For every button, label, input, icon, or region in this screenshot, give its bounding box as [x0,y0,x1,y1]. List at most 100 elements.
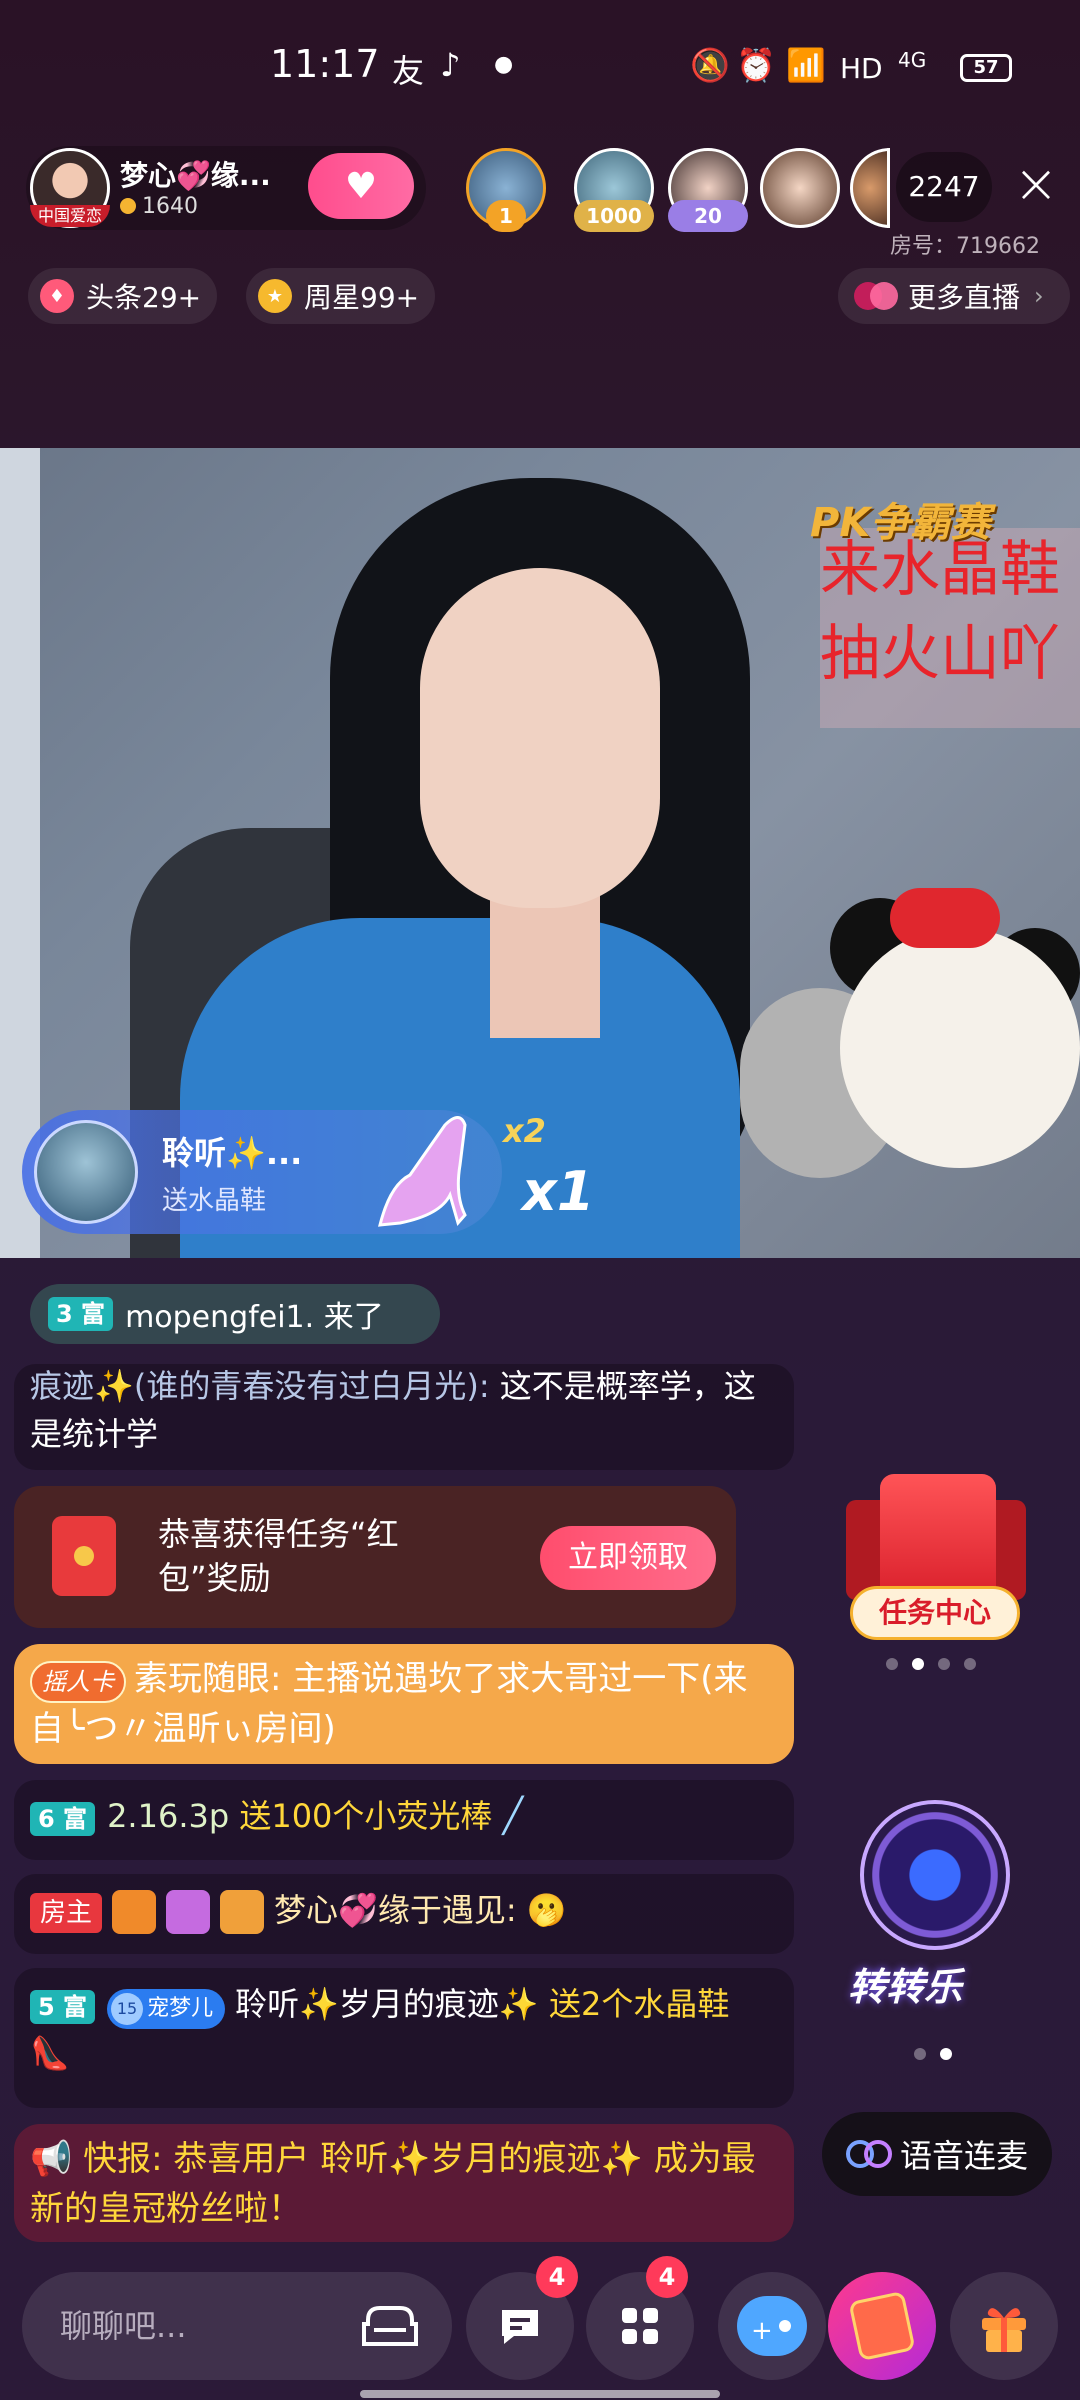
apps-badge: 4 [646,2256,688,2298]
spin-wheel-icon[interactable] [860,1800,1010,1950]
coin-icon [120,198,136,214]
stream-sign: 来水晶鞋 抽火山吖 [820,528,1080,728]
megaphone-icon: 📢 [30,2139,73,2179]
task-center-label[interactable]: 任务中心 [850,1586,1020,1640]
host-name: 梦心💞缘... [120,159,271,192]
chat-nick[interactable]: 梦心💞缘于遇见: [274,1891,517,1929]
summon-card-message: 摇人卡 素玩随眼: 主播说遇坎了求大哥过一下(来自╰つ〃温昕ぃ房间) [14,1644,794,1764]
game-controller-icon: + [737,2296,807,2356]
fan-club-badge: 宠梦儿 [107,1989,226,2029]
flame-icon: ♦ [40,279,74,313]
gift-text: 送2个水晶鞋 [548,1985,730,2023]
summon-card-tag: 摇人卡 [30,1661,126,1703]
carousel-dots [914,2048,952,2060]
host-likes-count: 1640 [142,194,198,219]
red-packet-icon [848,2290,916,2362]
follow-button[interactable]: ♥ [308,153,414,219]
clock: 11:17 [270,42,380,86]
chat-message: 5 富宠梦儿聆听✨岁月的痕迹✨ 送2个水晶鞋 👠 [14,1968,794,2108]
flash-news: 📢 快报: 恭喜用户 聆听✨岁月的痕迹✨ 成为最新的皇冠粉丝啦！ [14,2124,794,2242]
home-indicator[interactable] [360,2390,720,2398]
viewer-count[interactable]: 2247 [896,152,992,222]
entry-notice: 3 富 mopengfei1. 来了 [30,1284,440,1344]
message-icon [502,2310,538,2344]
heart-plus-icon: ♥ [344,165,378,207]
more-live-button[interactable]: 更多直播 › [838,268,1070,324]
flash-text: 快报: 恭喜用户 聆听✨岁月的痕迹✨ 成为最新的皇冠粉丝啦！ [30,2139,756,2229]
voice-connect-button[interactable]: 语音连麦 [822,2112,1052,2196]
viewer-rank-badge: 1 [486,200,526,232]
chat-message: 房主 梦心💞缘于遇见: 🫢 [14,1874,794,1954]
chat-message: 6 富 2.16.3p 送100个小荧光棒 ╱ [14,1780,794,1860]
gift-icon [982,2308,1026,2352]
viewer-avatar[interactable] [760,148,840,228]
star-icon: ★ [258,279,292,313]
messages-badge: 4 [536,2256,578,2298]
emoji: 🫢 [526,1891,567,1929]
signal-label: 4G [898,48,927,72]
sign-line-2: 抽火山吖 [820,619,1060,689]
gift-action: 送水晶鞋 [162,1186,267,1216]
status-bar: 11:17 友 ♪ ● 🔕 ⏰ 📶 HD 4G 57 [0,0,1080,130]
gift-text: 送100个小荧光棒 [239,1797,493,1835]
gift-combo-small: x2 [503,1112,546,1150]
pk-title: PK争霸赛 [810,500,991,546]
plush-toy [840,928,1080,1168]
sofa-icon[interactable] [360,2300,420,2350]
glowstick-icon: ╱ [502,1796,524,1836]
game-button[interactable]: + [718,2272,826,2380]
carousel-dots [886,1658,976,1670]
tiktok-icon: ♪ [440,46,461,84]
app-notification-icon: 友 [392,52,425,90]
crystal-shoe-icon [378,1116,467,1227]
weekstar-label: 周星99+ [304,281,420,314]
host-likes: 1640 [120,194,198,219]
viewer-score-badge: 1000 [574,200,654,232]
claim-button[interactable]: 立即领取 [540,1526,716,1590]
close-icon[interactable]: × [1008,157,1064,214]
grid-icon [622,2308,658,2344]
spin-label[interactable]: 转转乐 [848,1956,962,2011]
headline-label: 头条29+ [86,281,202,314]
entry-text: mopengfei1. 来了 [125,1300,384,1335]
task-reward-text: 恭喜获得任务“红包”奖励 [158,1515,399,1597]
wealth-level-badge: 5 富 [30,1990,96,2024]
gift-button[interactable] [950,2272,1058,2380]
task-center-icon[interactable] [880,1474,996,1604]
chat-message: 痕迹✨(谁的青春没有过白月光): 这不是概率学，这是统计学 [14,1364,794,1470]
gift-sender-name: 聆听✨... [162,1134,303,1172]
more-live-icon [854,282,898,310]
dot-icon: ● [494,52,514,77]
more-live-label: 更多直播 [908,281,1021,314]
wifi-icon: 📶 [786,46,826,84]
wealth-level-badge: 6 富 [30,1802,96,1836]
mute-icon: 🔕 [690,46,730,84]
plush-bow [890,888,1000,948]
host-badge: 房主 [30,1893,103,1933]
gift-sender-avatar[interactable] [34,1120,138,1224]
voice-connect-label: 语音连麦 [899,2137,1028,2175]
viewer-avatar[interactable] [850,148,890,228]
gift-combo-big: x1 [522,1160,595,1223]
video-face [420,568,660,908]
battery-icon: 57 [960,54,1012,82]
red-envelope-icon [52,1516,116,1596]
chat-nick[interactable]: 痕迹✨(谁的青春没有过白月光): [30,1367,490,1405]
chevron-right-icon: › [1034,282,1044,310]
medal-icon [112,1890,157,1934]
link-icon [845,2140,892,2168]
crystal-shoe-icon: 👠 [30,2034,70,2072]
medal-icon [166,1890,211,1934]
wealth-level-badge: 3 富 [48,1297,114,1331]
viewer-score-badge: 20 [668,200,748,232]
chat-nick[interactable]: 聆听✨岁月的痕迹✨ [235,1985,539,2023]
room-number: 房号：719662 [890,234,1040,259]
chat-nick[interactable]: 2.16.3p [107,1797,229,1835]
host-avatar-tag: 中国爱恋 [30,205,110,227]
weekstar-chip[interactable]: ★ 周星99+ [246,268,436,324]
headline-chip[interactable]: ♦ 头条29+ [28,268,218,324]
summon-card-text: 素玩随眼: 主播说遇坎了求大哥过一下(来自╰つ〃温昕ぃ房间) [30,1659,748,1749]
hd-label: HD [840,52,883,85]
red-packet-button[interactable] [828,2272,936,2380]
alarm-icon: ⏰ [736,46,776,84]
